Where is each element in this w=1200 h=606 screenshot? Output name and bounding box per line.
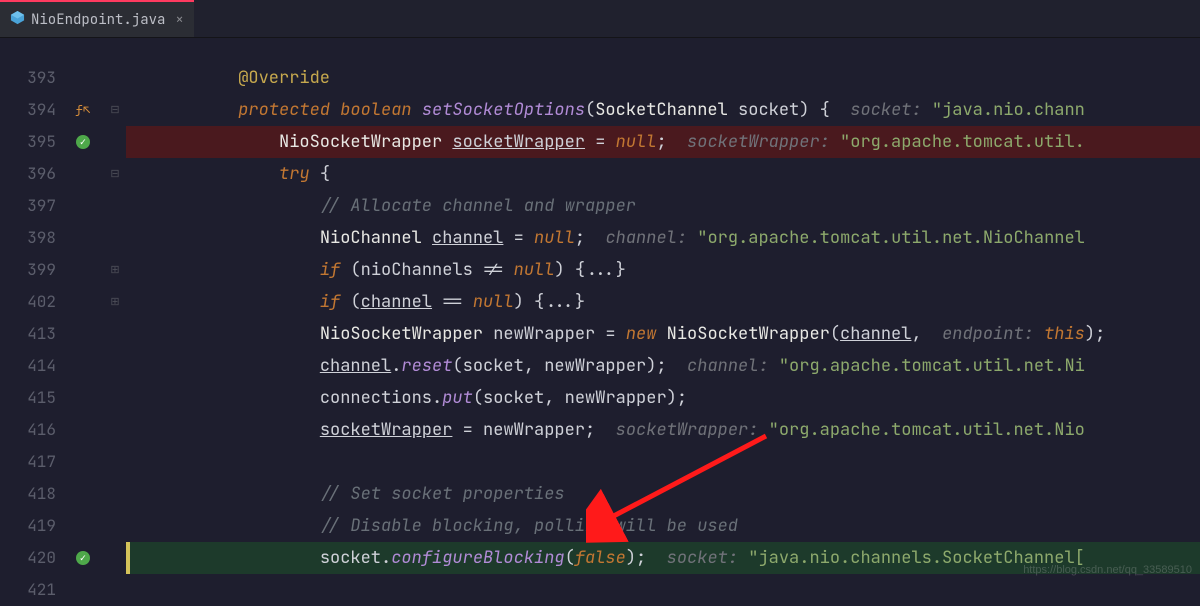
gutter-mark[interactable] <box>62 158 104 190</box>
gutter-mark[interactable] <box>62 318 104 350</box>
java-class-icon <box>10 10 25 30</box>
watermark-text: https://blog.csdn.net/qq_33589510 <box>1023 564 1192 576</box>
gutter-mark[interactable]: ✓ <box>62 542 104 574</box>
gutter-mark[interactable] <box>62 574 104 606</box>
code-line[interactable]: NioChannel channel = null; channel: "org… <box>126 222 1200 254</box>
line-number[interactable]: 417 <box>0 446 62 478</box>
code-line[interactable] <box>126 446 1200 478</box>
line-number[interactable]: 420 <box>0 542 62 574</box>
line-number[interactable]: 421 <box>0 574 62 606</box>
gutter-fold[interactable]: ⊟ ⊟ ⊞⊞ <box>104 38 126 580</box>
gutter-mark[interactable] <box>62 222 104 254</box>
fold-toggle[interactable] <box>104 446 126 478</box>
fold-toggle[interactable] <box>104 510 126 542</box>
code-line[interactable]: protected boolean setSocketOptions(Socke… <box>126 94 1200 126</box>
line-number[interactable]: 413 <box>0 318 62 350</box>
close-icon[interactable]: × <box>175 11 183 29</box>
code-line[interactable]: channel.reset(socket, newWrapper); chann… <box>126 350 1200 382</box>
gutter-mark[interactable] <box>62 446 104 478</box>
gutter-mark[interactable] <box>62 414 104 446</box>
fold-toggle[interactable] <box>104 190 126 222</box>
gutter-mark[interactable] <box>62 254 104 286</box>
gutter-mark[interactable] <box>62 190 104 222</box>
tab-label: NioEndpoint.java <box>31 11 165 29</box>
code-line[interactable]: // Allocate channel and wrapper <box>126 190 1200 222</box>
line-number[interactable]: 419 <box>0 510 62 542</box>
fold-toggle[interactable] <box>104 318 126 350</box>
code-line[interactable]: try { <box>126 158 1200 190</box>
gutter-mark[interactable] <box>62 62 104 94</box>
gutter-mark[interactable] <box>62 350 104 382</box>
fold-toggle[interactable]: ⊟ <box>104 94 126 126</box>
gutter-mark[interactable] <box>62 382 104 414</box>
line-number[interactable]: 402 <box>0 286 62 318</box>
editor: 3933943953963973983994024134144154164174… <box>0 38 1200 580</box>
line-number[interactable]: 395 <box>0 126 62 158</box>
line-number[interactable]: 416 <box>0 414 62 446</box>
fold-toggle[interactable] <box>104 222 126 254</box>
code-line[interactable]: if (channel == null) {...} <box>126 286 1200 318</box>
gutter-mark[interactable] <box>62 478 104 510</box>
fold-toggle[interactable] <box>104 542 126 574</box>
gutter-markers[interactable]: ƒ↖✓✓ <box>62 38 104 580</box>
fold-toggle[interactable]: ⊞ <box>104 254 126 286</box>
code-line[interactable]: if (nioChannels != null) {...} <box>126 254 1200 286</box>
code-line[interactable]: NioSocketWrapper socketWrapper = null; s… <box>126 126 1200 158</box>
fold-toggle[interactable] <box>104 478 126 510</box>
fold-toggle[interactable]: ⊞ <box>104 286 126 318</box>
tab-strip: NioEndpoint.java × <box>0 0 1200 38</box>
code-line[interactable]: NioSocketWrapper newWrapper = new NioSoc… <box>126 318 1200 350</box>
fold-toggle[interactable] <box>104 414 126 446</box>
code-line[interactable]: connections.put(socket, newWrapper); <box>126 382 1200 414</box>
code-line[interactable]: // Disable blocking, polling will be use… <box>126 510 1200 542</box>
tab-nioendpoint[interactable]: NioEndpoint.java × <box>0 0 194 37</box>
code-line[interactable]: @Override <box>126 62 1200 94</box>
fold-toggle[interactable] <box>104 350 126 382</box>
line-number[interactable]: 414 <box>0 350 62 382</box>
gutter-mark[interactable]: ✓ <box>62 126 104 158</box>
fold-toggle[interactable] <box>104 62 126 94</box>
code-line[interactable]: // Set socket properties <box>126 478 1200 510</box>
line-number[interactable]: 393 <box>0 62 62 94</box>
line-number[interactable]: 398 <box>0 222 62 254</box>
line-number[interactable]: 394 <box>0 94 62 126</box>
fold-toggle[interactable] <box>104 574 126 606</box>
gutter-mark[interactable] <box>62 510 104 542</box>
code-area[interactable]: @Override protected boolean setSocketOpt… <box>126 38 1200 580</box>
line-number[interactable]: 415 <box>0 382 62 414</box>
line-number[interactable]: 397 <box>0 190 62 222</box>
line-number[interactable]: 418 <box>0 478 62 510</box>
code-line[interactable]: socketWrapper = newWrapper; socketWrappe… <box>126 414 1200 446</box>
gutter-mark[interactable] <box>62 286 104 318</box>
line-number[interactable]: 396 <box>0 158 62 190</box>
fold-toggle[interactable]: ⊟ <box>104 158 126 190</box>
fold-toggle[interactable] <box>104 126 126 158</box>
line-number[interactable]: 399 <box>0 254 62 286</box>
gutter-mark[interactable]: ƒ↖ <box>62 94 104 126</box>
gutter-line-numbers[interactable]: 3933943953963973983994024134144154164174… <box>0 38 62 580</box>
fold-toggle[interactable] <box>104 382 126 414</box>
